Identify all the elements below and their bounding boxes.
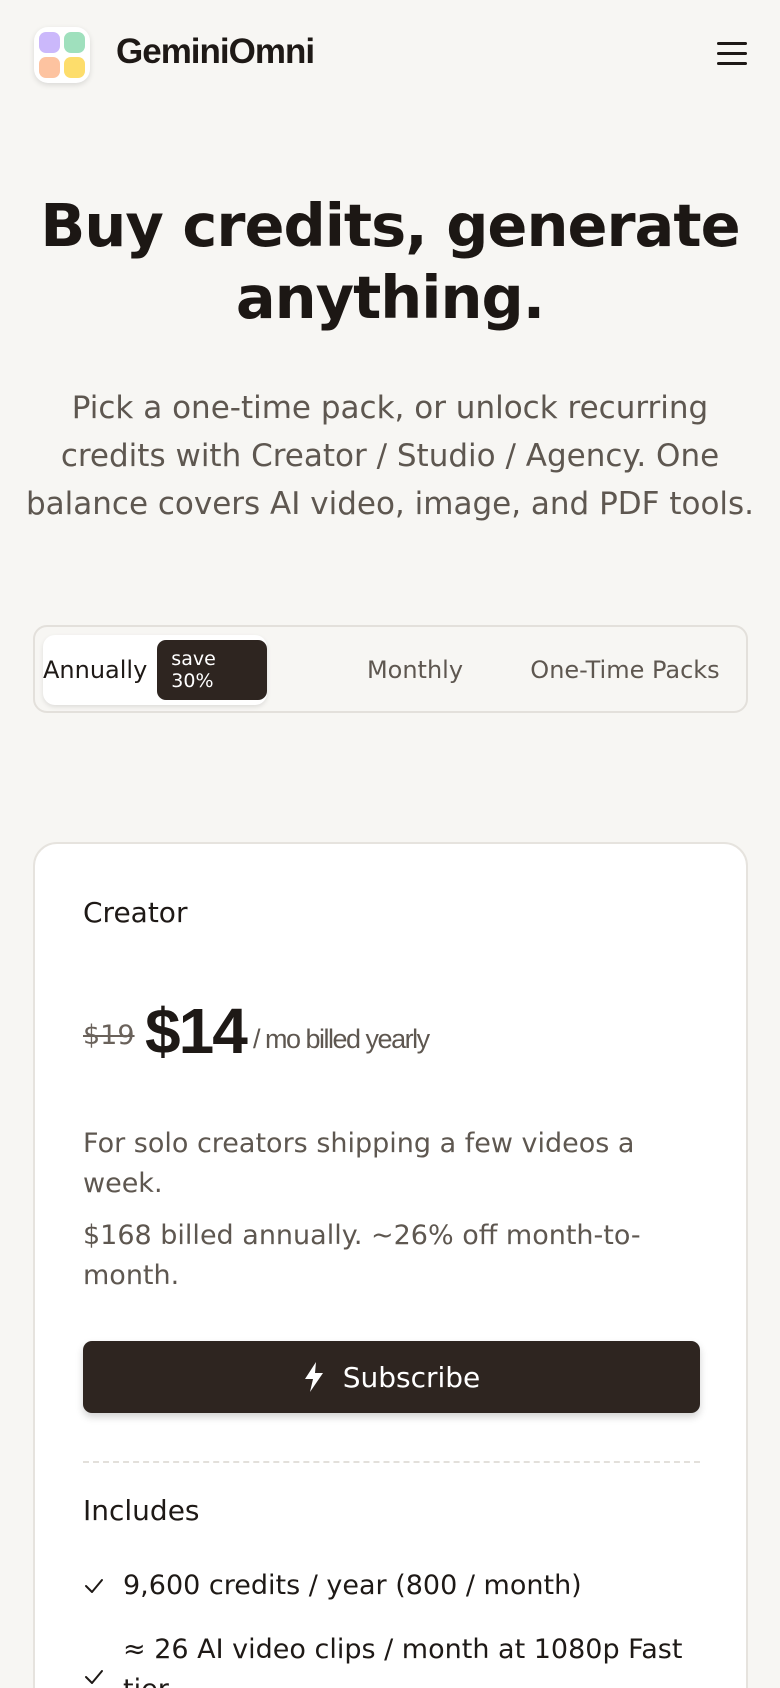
subscribe-label: Subscribe: [342, 1360, 481, 1394]
hamburger-menu-icon[interactable]: [714, 36, 750, 70]
app-logo-icon[interactable]: [34, 27, 90, 83]
logo-tile-yellow: [64, 57, 85, 78]
check-icon: [85, 1670, 103, 1684]
tab-one-time-packs[interactable]: One-Time Packs: [525, 635, 725, 705]
logo-tile-peach: [39, 57, 60, 78]
site-header: GeminiOmni: [0, 0, 780, 110]
includes-heading: Includes: [83, 1494, 200, 1527]
original-price: $19: [83, 1020, 135, 1051]
billing-period-tabs: Annually save 30% Monthly One-Time Packs: [33, 625, 748, 713]
plan-name: Creator: [83, 896, 188, 929]
check-icon: [85, 1579, 103, 1593]
page-subtitle: Pick a one-time pack, or unlock recurrin…: [25, 390, 755, 522]
plan-description: For solo creators shipping a few videos …: [83, 1128, 635, 1199]
subscribe-button[interactable]: Subscribe: [83, 1341, 700, 1413]
save-badge: save 30%: [157, 640, 267, 700]
logo-tile-purple: [39, 32, 60, 53]
price-period: / mo billed yearly: [253, 1024, 430, 1054]
dashed-divider: [83, 1461, 700, 1463]
tab-annually-label: Annually: [43, 656, 148, 684]
tab-annually[interactable]: Annually save 30%: [43, 635, 267, 705]
current-price: $14: [145, 995, 248, 1067]
feature-text: 9,600 credits / year (800 / month): [123, 1570, 582, 1601]
billing-note: $168 billed annually. ~26% off month-to-…: [83, 1220, 641, 1291]
tab-monthly[interactable]: Monthly: [315, 635, 515, 705]
page-title: Buy credits, generate anything.: [40, 191, 740, 332]
logo-tile-green: [64, 32, 85, 53]
lightning-bolt-icon: [304, 1362, 323, 1392]
feature-text: ≈ 26 AI video clips / month at 1080p Fas…: [123, 1634, 683, 1688]
plan-card-creator: Creator $19 $14 / mo billed yearly For s…: [33, 842, 748, 1688]
pricing-page: GeminiOmni Buy credits, generate anythin…: [0, 0, 780, 1688]
brand-name[interactable]: GeminiOmni: [116, 32, 315, 72]
